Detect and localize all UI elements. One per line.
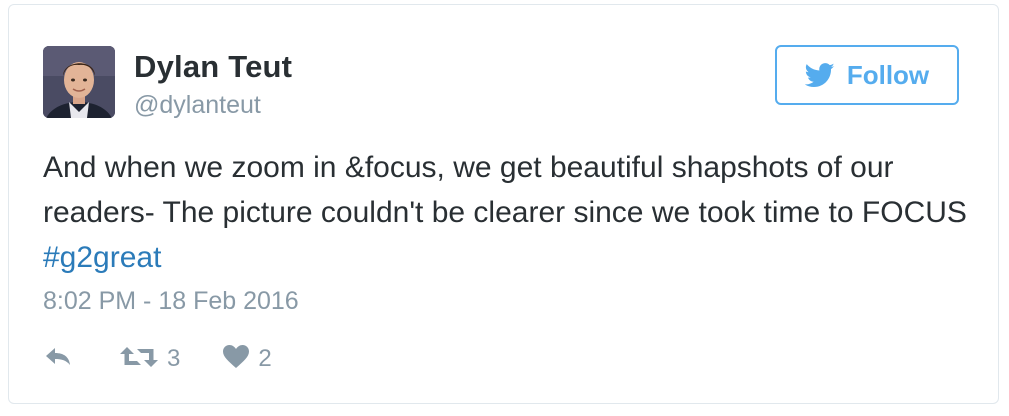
avatar-image	[43, 46, 115, 118]
retweet-count: 3	[167, 345, 181, 372]
retweet-icon	[119, 345, 159, 374]
hashtag-link[interactable]: #g2great	[43, 241, 161, 274]
follow-label: Follow	[846, 59, 930, 90]
display-name[interactable]: Dylan Teut	[134, 49, 292, 85]
like-button[interactable]: 2	[222, 344, 272, 374]
tweet-text: And when we zoom in &focus, we get beaut…	[43, 145, 973, 280]
follow-button[interactable]: Follow	[775, 45, 959, 105]
tweet-timestamp[interactable]: 8:02 PM - 18 Feb 2016	[43, 287, 299, 316]
like-count: 2	[258, 345, 272, 372]
heart-icon	[222, 344, 250, 374]
tweet-card: Dylan Teut @dylanteut Follow And when we…	[8, 4, 999, 404]
twitter-bird-icon	[804, 62, 835, 88]
reply-button[interactable]	[43, 345, 73, 374]
tweet-body: And when we zoom in &focus, we get beaut…	[43, 151, 967, 229]
tweet-actions: 3 2	[43, 343, 272, 375]
reply-icon	[43, 345, 73, 374]
avatar[interactable]	[43, 46, 115, 118]
screen-name[interactable]: @dylanteut	[134, 91, 261, 120]
retweet-button[interactable]: 3	[119, 345, 180, 374]
